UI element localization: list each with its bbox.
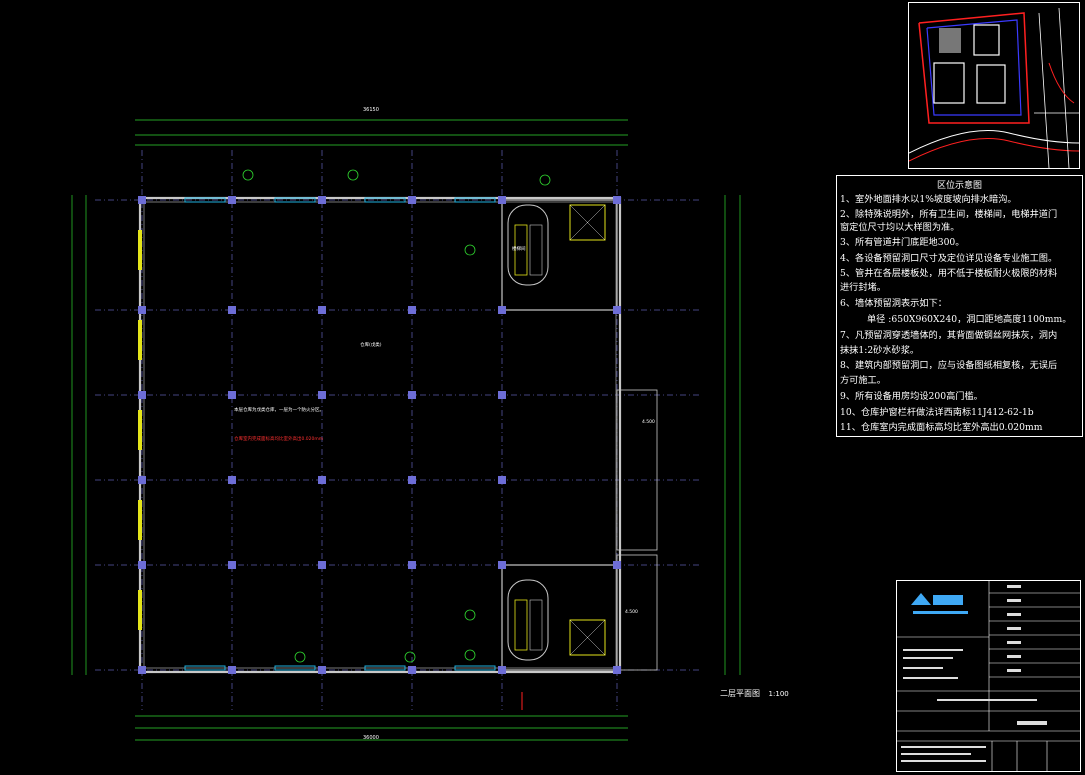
column: [318, 476, 326, 484]
column: [138, 666, 146, 674]
note-line: 10、仓库护窗栏杆做法详西南标11J412-62-1b: [840, 407, 1034, 418]
note-line: 窗定位尺寸均以大样图为准。: [840, 222, 960, 233]
column: [138, 196, 146, 204]
column: [408, 306, 416, 314]
plan-scale: 1:100: [768, 690, 789, 698]
note-line: 单径 :650X960X240，洞口距地高度1100mm。: [867, 314, 1072, 325]
column: [228, 666, 236, 674]
column: [228, 391, 236, 399]
note-line: 抹抹1:2砂水砂浆。: [840, 345, 920, 356]
notes-title: 区位示意图: [936, 181, 982, 191]
column: [138, 561, 146, 569]
plan-note-red: 仓库室内完成面标高均比室外高出0.020mm: [234, 437, 324, 442]
elevation-label: 4.500: [642, 420, 655, 425]
note-line: 7、凡预留洞穿透墙体的，其背面做钢丝网抹灰，洞内: [840, 330, 1058, 341]
window: [138, 320, 142, 360]
elevation-label: 4.500: [625, 610, 638, 615]
column: [498, 666, 506, 674]
note-line: 进行封堵。: [840, 282, 886, 293]
column: [408, 561, 416, 569]
column: [613, 561, 621, 569]
general-notes-panel: 区位示意图 1、室外地面排水以1%坡度坡向排水暗沟。 2、除特殊说明外，所有卫生…: [836, 175, 1083, 437]
column: [228, 561, 236, 569]
column: [408, 476, 416, 484]
stair-label: 楼梯间: [512, 247, 526, 252]
column: [138, 391, 146, 399]
window: [138, 410, 142, 450]
note-line: 2、除特殊说明外，所有卫生间，楼梯间，电梯井道门: [840, 209, 1058, 220]
column: [318, 306, 326, 314]
note-line: 3、所有管道井门底距地300。: [840, 237, 965, 248]
plan-title: 二层平面图 1:100: [720, 688, 789, 699]
note-line: 9、所有设备用房均设200高门槛。: [840, 391, 983, 402]
column: [613, 306, 621, 314]
top-total-dimension: 36150: [363, 107, 379, 113]
column: [408, 196, 416, 204]
column: [318, 196, 326, 204]
column: [498, 391, 506, 399]
note-line: 5、管井在各层楼板处，用不低于楼板耐火极限的材料: [840, 268, 1058, 279]
note-line: 6、墙体预留洞表示如下：: [840, 298, 947, 309]
note-line: 8、建筑内部预留洞口，应与设备图纸相复核，无误后: [840, 360, 1058, 371]
drawing-title-block: [896, 580, 1081, 772]
column: [228, 196, 236, 204]
column: [318, 391, 326, 399]
window: [138, 590, 142, 630]
key-plan: [908, 2, 1080, 169]
plan-title-text: 二层平面图: [720, 689, 760, 698]
column: [498, 476, 506, 484]
column: [498, 561, 506, 569]
note-line: 4、各设备预留洞口尺寸及定位详见设备专业施工图。: [840, 253, 1058, 264]
column: [408, 391, 416, 399]
column: [138, 476, 146, 484]
column: [498, 306, 506, 314]
note-line: 方可施工。: [840, 375, 886, 386]
plan-note-white: 本层仓库为戊类仓库，一层为一个防火分区。: [234, 408, 324, 413]
window: [138, 230, 142, 270]
column: [498, 196, 506, 204]
column: [613, 196, 621, 204]
column: [228, 306, 236, 314]
column: [138, 306, 146, 314]
column: [318, 666, 326, 674]
bottom-total-dimension: 36000: [363, 735, 379, 741]
note-line: 11、仓库室内完成面标高均比室外高出0.020mm: [840, 422, 1043, 433]
window: [138, 500, 142, 540]
column: [613, 666, 621, 674]
column: [408, 666, 416, 674]
column: [318, 561, 326, 569]
room-label: 仓库(戊类): [360, 343, 382, 348]
column: [228, 476, 236, 484]
note-line: 1、室外地面排水以1%坡度坡向排水暗沟。: [840, 194, 1017, 205]
